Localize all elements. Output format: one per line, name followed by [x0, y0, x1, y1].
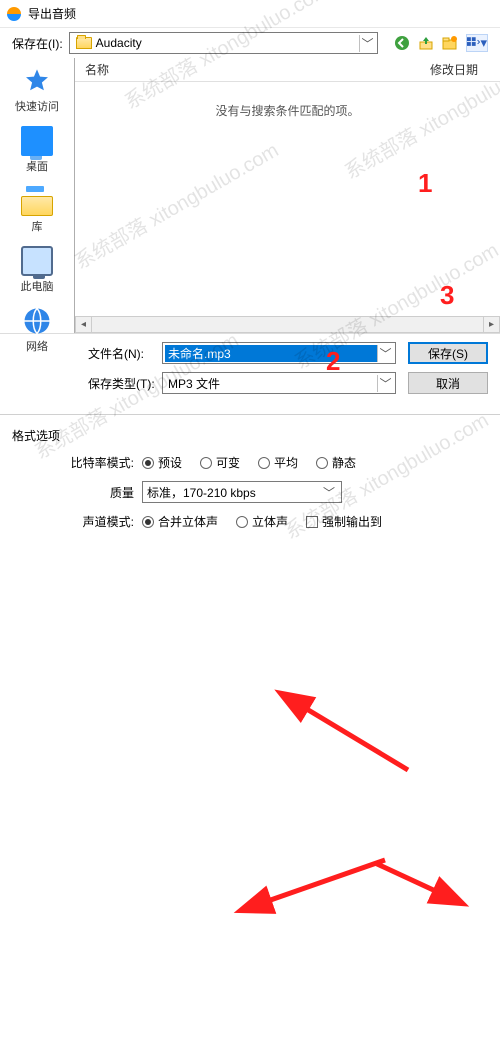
- annotation-number-3: 3: [440, 280, 454, 311]
- scroll-right-icon[interactable]: ▸: [483, 316, 500, 333]
- new-folder-icon[interactable]: [442, 35, 458, 51]
- bitrate-label: 比特率模式:: [66, 454, 142, 471]
- filename-label: 文件名(N):: [88, 345, 162, 362]
- annotation-number-1: 1: [418, 168, 432, 199]
- save-in-value: Audacity: [96, 36, 359, 50]
- location-row: 保存在(I): Audacity ﹀ ▾: [0, 28, 500, 58]
- cancel-button[interactable]: 取消: [408, 372, 488, 394]
- place-desktop[interactable]: 桌面: [0, 122, 74, 182]
- chevron-down-icon[interactable]: ﹀: [321, 484, 337, 501]
- place-label: 快速访问: [15, 98, 59, 114]
- place-quick-access[interactable]: 快速访问: [0, 62, 74, 122]
- filetype-value: MP3 文件: [165, 375, 377, 392]
- chevron-down-icon[interactable]: ﹀: [377, 345, 393, 362]
- column-date[interactable]: 修改日期: [420, 61, 500, 78]
- annotation-overlay: [0, 550, 500, 1044]
- chevron-down-icon[interactable]: ﹀: [377, 375, 393, 392]
- nav-icons: ▾: [394, 34, 488, 52]
- window-title: 导出音频: [28, 5, 76, 22]
- filename-input[interactable]: 未命名.mp3 ﹀: [162, 342, 396, 364]
- quality-label: 质量: [66, 484, 142, 501]
- this-pc-icon: [21, 246, 53, 276]
- empty-message: 没有与搜索条件匹配的项。: [215, 102, 359, 119]
- filetype-combo[interactable]: MP3 文件 ﹀: [162, 372, 396, 394]
- titlebar: 导出音频: [0, 0, 500, 28]
- bitrate-radio-group: 预设 可变 平均 静态: [142, 454, 356, 471]
- bitrate-static-radio[interactable]: 静态: [316, 454, 356, 471]
- scroll-left-icon[interactable]: ◂: [75, 316, 92, 333]
- filename-value: 未命名.mp3: [165, 345, 377, 362]
- filetype-label: 保存类型(T):: [88, 375, 162, 392]
- column-name[interactable]: 名称: [75, 61, 420, 78]
- filename-row: 文件名(N): 未命名.mp3 ﹀ 保存(S): [88, 342, 488, 364]
- place-label: 桌面: [26, 158, 48, 174]
- save-in-label: 保存在(I):: [12, 35, 63, 52]
- libraries-icon: [21, 186, 53, 216]
- quality-row: 质量 标准，170-210 kbps ﹀: [12, 481, 488, 503]
- save-in-combo[interactable]: Audacity ﹀: [69, 32, 378, 54]
- star-icon: [21, 66, 53, 96]
- horizontal-scrollbar[interactable]: ◂ ▸: [75, 316, 500, 333]
- places-sidebar: 快速访问 桌面 库 此电脑 网络: [0, 58, 74, 333]
- folder-icon: [76, 37, 92, 49]
- place-this-pc[interactable]: 此电脑: [0, 242, 74, 302]
- place-label: 此电脑: [21, 278, 54, 294]
- column-headers: 名称 修改日期: [75, 58, 500, 82]
- file-list[interactable]: 没有与搜索条件匹配的项。: [75, 82, 500, 316]
- view-menu-icon[interactable]: ▾: [466, 34, 488, 52]
- scroll-track[interactable]: [92, 316, 483, 333]
- export-audio-dialog: 导出音频 保存在(I): Audacity ﹀ ▾: [0, 0, 500, 522]
- back-icon[interactable]: [394, 35, 410, 51]
- bitrate-row: 比特率模式: 预设 可变 平均 静态: [12, 454, 488, 471]
- place-label: 库: [32, 218, 43, 234]
- file-list-area: 名称 修改日期 没有与搜索条件匹配的项。 ◂ ▸: [74, 58, 500, 333]
- filetype-row: 保存类型(T): MP3 文件 ﹀ 取消: [88, 372, 488, 394]
- audacity-icon: [6, 6, 22, 22]
- quality-combo[interactable]: 标准，170-210 kbps ﹀: [142, 481, 342, 503]
- network-icon: [21, 306, 53, 336]
- quality-value: 标准，170-210 kbps: [147, 484, 321, 501]
- divider: [0, 414, 500, 415]
- format-options: 格式选项 比特率模式: 预设 可变 平均 静态 质量 标准，170-210 kb…: [0, 423, 500, 550]
- desktop-icon: [21, 126, 53, 156]
- place-libraries[interactable]: 库: [0, 182, 74, 242]
- bitrate-average-radio[interactable]: 平均: [258, 454, 298, 471]
- save-button[interactable]: 保存(S): [408, 342, 488, 364]
- bitrate-variable-radio[interactable]: 可变: [200, 454, 240, 471]
- form-area: 文件名(N): 未命名.mp3 ﹀ 保存(S) 保存类型(T): MP3 文件 …: [0, 334, 500, 412]
- chevron-down-icon[interactable]: ﹀: [359, 35, 375, 52]
- annotation-number-2: 2: [326, 346, 340, 377]
- up-one-level-icon[interactable]: [418, 35, 434, 51]
- bitrate-preset-radio[interactable]: 预设: [142, 454, 182, 471]
- format-options-title: 格式选项: [12, 427, 488, 444]
